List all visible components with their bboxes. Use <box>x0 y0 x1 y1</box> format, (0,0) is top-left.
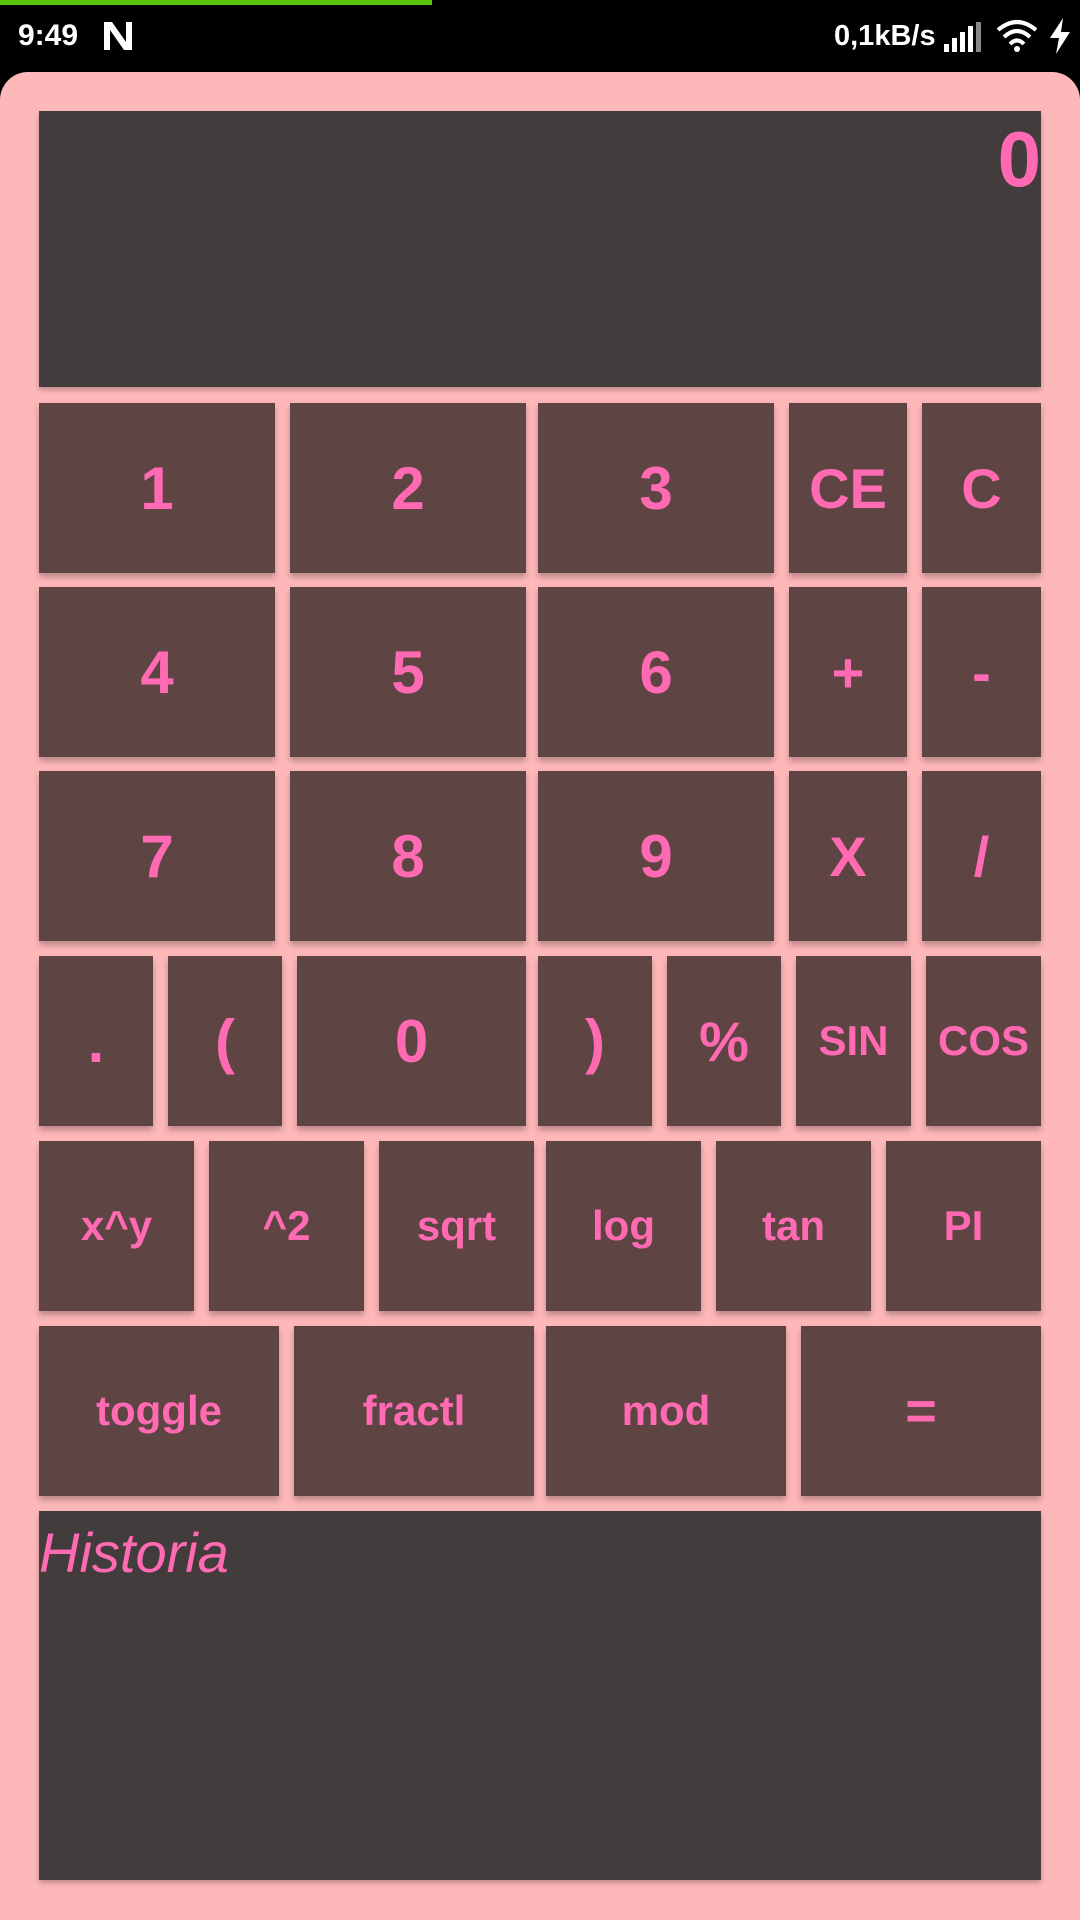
digit-0-button[interactable]: 0 <box>297 956 526 1126</box>
clear-button[interactable]: C <box>922 403 1041 573</box>
history-label: Historia <box>39 1521 229 1584</box>
minus-button[interactable]: - <box>922 587 1041 757</box>
digit-9-button[interactable]: 9 <box>538 771 774 941</box>
sqrt-button[interactable]: sqrt <box>379 1141 534 1311</box>
square-button[interactable]: ^2 <box>209 1141 364 1311</box>
plus-button[interactable]: + <box>789 587 907 757</box>
status-bar: 9:49 0,1kB/s <box>0 0 1080 72</box>
sin-button[interactable]: SIN <box>796 956 911 1126</box>
digit-3-button[interactable]: 3 <box>538 403 774 573</box>
divide-button[interactable]: / <box>922 771 1041 941</box>
log-button[interactable]: log <box>546 1141 701 1311</box>
calculator-app: 0 1 2 3 CE C 4 5 6 + - 7 8 9 X /.(0)% SIN COS x^y ^2 sqrt lo… <box>0 72 1080 1920</box>
pi-button[interactable]: PI <box>886 1141 1041 1311</box>
digit-1-button[interactable]: 1 <box>39 403 275 573</box>
equals-button[interactable]: = <box>801 1326 1041 1496</box>
power-button[interactable]: x^y <box>39 1141 194 1311</box>
close-paren-button[interactable]: ) <box>538 956 652 1126</box>
tan-button[interactable]: tan <box>716 1141 871 1311</box>
digit-8-button[interactable]: 8 <box>290 771 526 941</box>
toggle-button[interactable]: toggle <box>39 1326 279 1496</box>
cos-button[interactable]: COS <box>926 956 1041 1126</box>
display-value: 0 <box>997 115 1041 203</box>
mod-button[interactable]: mod <box>546 1326 786 1496</box>
digit-6-button[interactable]: 6 <box>538 587 774 757</box>
decimal-point-button[interactable]: . <box>39 956 153 1126</box>
network-speed: 0,1kB/s <box>834 20 936 52</box>
factorial-button[interactable]: fractl <box>294 1326 534 1496</box>
status-time: 9:49 <box>18 19 79 52</box>
n-notification-icon <box>104 22 132 50</box>
wifi-icon <box>996 20 1038 52</box>
digit-2-button[interactable]: 2 <box>290 403 526 573</box>
digit-4-button[interactable]: 4 <box>39 587 275 757</box>
charging-icon <box>1050 18 1070 54</box>
open-paren-button[interactable]: ( <box>168 956 282 1126</box>
multiply-button[interactable]: X <box>789 771 907 941</box>
clear-entry-button[interactable]: CE <box>789 403 907 573</box>
digit-7-button[interactable]: 7 <box>39 771 275 941</box>
result-display: 0 <box>39 111 1041 387</box>
signal-icon <box>944 22 981 52</box>
percent-button[interactable]: % <box>667 956 781 1126</box>
digit-5-button[interactable]: 5 <box>290 587 526 757</box>
history-panel[interactable]: Historia <box>39 1511 1041 1880</box>
download-progress-bar <box>0 0 432 5</box>
